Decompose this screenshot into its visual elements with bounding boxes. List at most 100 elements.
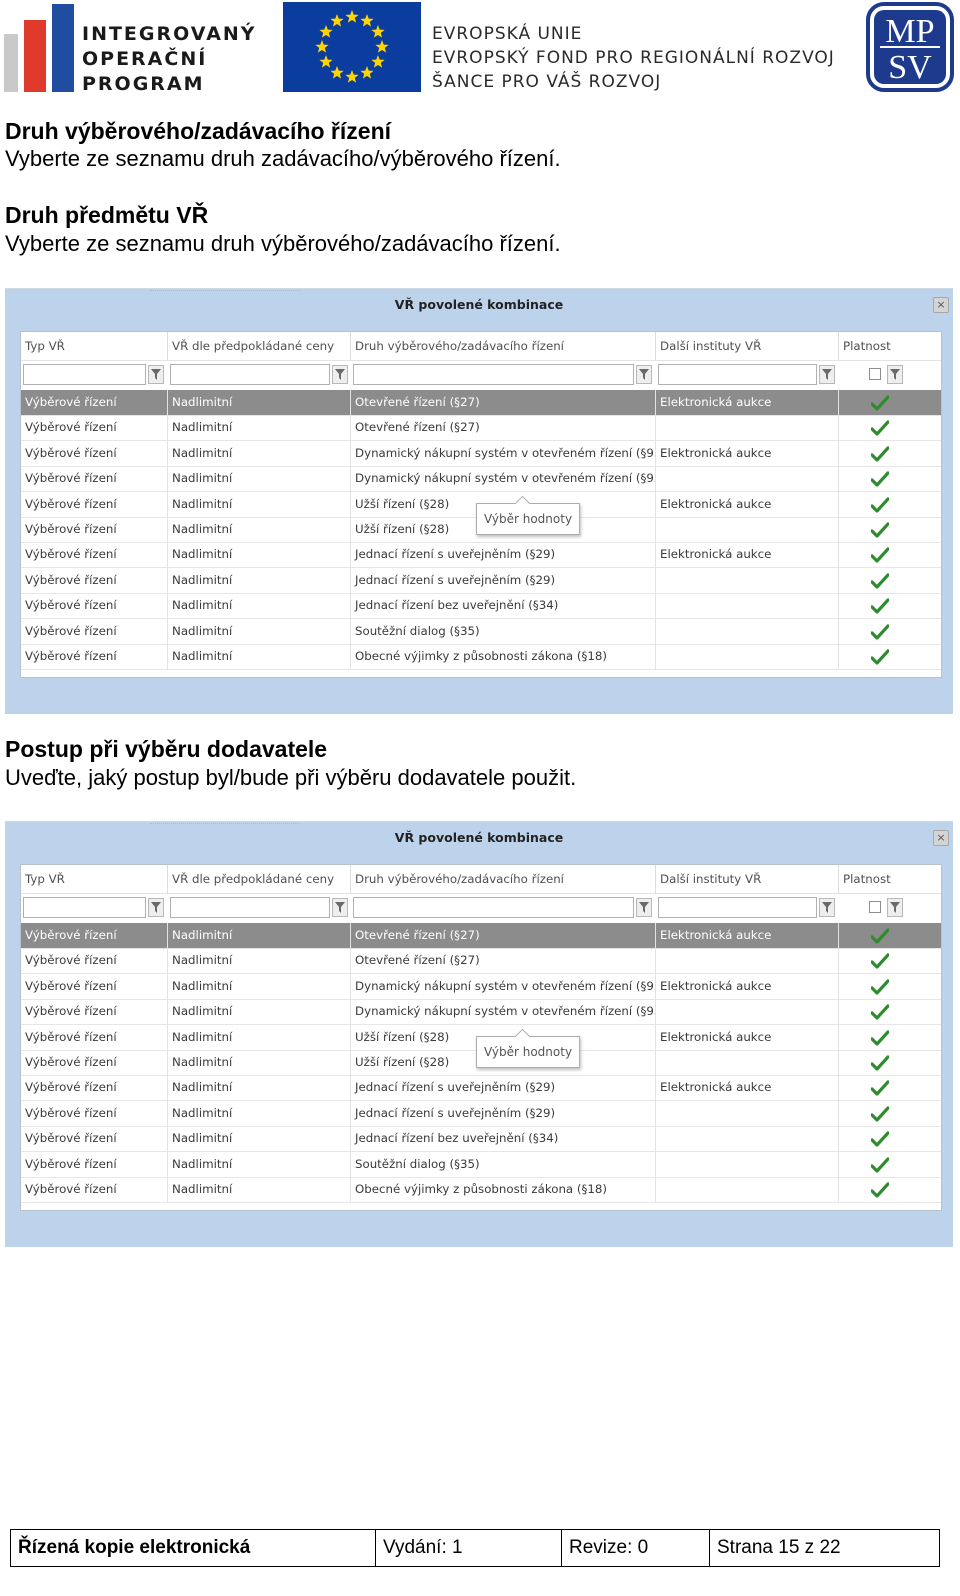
filter-icon[interactable] [332,898,348,917]
eu-line-2: EVROPSKÝ FOND PRO REGIONÁLNÍ ROZVOJ [432,48,835,68]
column-header-instituty[interactable]: Další instituty VŘ [656,865,839,894]
close-icon[interactable]: × [933,297,949,313]
column-header-druh[interactable]: Druh výběrového/zadávacího řízení [351,332,656,361]
table-cell: Jednací řízení bez uveřejnění (§34) [351,1126,656,1153]
column-header-platnost[interactable]: Platnost [839,865,941,894]
filter-row [21,361,941,390]
checkmark-icon [870,1106,890,1126]
table-row[interactable]: Výběrové řízení Nadlimitní Dynamický nákup… [21,440,941,467]
column-header-druh[interactable]: Druh výběrového/zadávacího řízení [351,865,656,894]
table-row[interactable]: Výběrové řízení Nadlimitní Obecné výjimky … [21,644,941,670]
table-cell: Výběrové řízení [21,542,168,569]
eu-line-3: ŠANCE PRO VÁŠ ROZVOJ [432,72,662,92]
table-row[interactable]: Výběrové řízení Nadlimitní Dynamický nákup… [21,999,941,1026]
table-row[interactable]: Výběrové řízení Nadlimitní Otevřené řízení… [21,948,941,975]
eu-star-icon [371,25,385,38]
table-cell [656,567,839,594]
table-cell: Výběrové řízení [21,593,168,620]
table-cell [656,593,839,620]
table-cell: Nadlimitní [168,644,351,670]
table-cell: Výběrové řízení [21,618,168,645]
eu-line-1: EVROPSKÁ UNIE [432,24,583,44]
table-cell: Elektronická aukce [656,1075,839,1102]
filter-input-instituty[interactable] [658,364,817,385]
column-header-typ[interactable]: Typ VŘ [21,865,168,894]
table-row[interactable]: Výběrové řízení Nadlimitní Jednací řízení … [21,1075,941,1102]
filter-icon[interactable] [332,365,348,384]
table-row[interactable]: Výběrové řízení Nadlimitní Jednací řízení … [21,1100,941,1127]
filter-input-instituty[interactable] [658,897,817,918]
table-cell: Jednací řízení bez uveřejnění (§34) [351,593,656,620]
table-cell: Otevřené řízení (§27) [351,923,656,949]
table-cell: Elektronická aukce [656,923,839,949]
column-header-typ[interactable]: Typ VŘ [21,332,168,361]
filter-checkbox-platnost[interactable] [869,901,881,913]
table-cell: Elektronická aukce [656,1024,839,1051]
table-row[interactable]: Výběrové řízení Nadlimitní Soutěžní dialog… [21,618,941,645]
table-cell: Nadlimitní [168,1126,351,1153]
checkmark-icon [870,446,890,466]
filter-icon[interactable] [887,898,903,917]
table-cell: Výběrové řízení [21,1050,168,1076]
table-row[interactable]: Výběrové řízení Nadlimitní Otevřené řízení… [21,923,941,949]
tooltip-text: Výběr hodnoty [484,1045,573,1059]
filter-input-typ[interactable] [23,364,146,385]
column-header-cena[interactable]: VŘ dle předpokládané ceny [168,332,351,361]
filter-input-cena[interactable] [170,897,330,918]
filter-icon[interactable] [819,898,835,917]
table-row[interactable]: Výběrové řízení Nadlimitní Otevřené řízení… [21,415,941,442]
filter-checkbox-platnost[interactable] [869,368,881,380]
table-row[interactable]: Výběrové řízení Nadlimitní Jednací řízení … [21,1126,941,1153]
table-row[interactable]: Výběrové řízení Nadlimitní Otevřené řízení… [21,390,941,416]
section-heading-postup: Postup při výběru dodavatele [5,736,328,762]
checkmark-icon [870,1131,890,1151]
table-cell [656,1151,839,1178]
table-cell [656,466,839,493]
filter-input-druh[interactable] [353,364,634,385]
table-row[interactable]: Výběrové řízení Nadlimitní Soutěžní dialog… [21,1151,941,1178]
table-row[interactable]: Výběrové řízení Nadlimitní Jednací řízení … [21,567,941,594]
table-cell: Výběrové řízení [21,1024,168,1051]
eu-logo-text: EVROPSKÁ UNIE EVROPSKÝ FOND PRO REGIONÁL… [432,22,835,94]
dialog-title: VŘ povolené kombinace [394,297,564,312]
table-row[interactable]: Výběrové řízení Nadlimitní Jednací řízení … [21,542,941,569]
filter-input-cena[interactable] [170,364,330,385]
value-select-tooltip: Výběr hodnoty [476,495,581,535]
filter-icon[interactable] [636,365,652,384]
table-cell [656,948,839,975]
checkmark-icon [870,1055,890,1075]
checkmark-icon [870,649,890,669]
filter-icon[interactable] [819,365,835,384]
close-icon[interactable]: × [933,830,949,846]
checkmark-icon [870,547,890,567]
table-cell: Dynamický nákupní systém v otevřeném říz… [351,973,656,1000]
column-header-cena[interactable]: VŘ dle předpokládané ceny [168,865,351,894]
table-cell: Výběrové řízení [21,491,168,518]
table-cell: Nadlimitní [168,618,351,645]
table-row[interactable]: Výběrové řízení Nadlimitní Jednací řízení … [21,593,941,620]
table-cell: Nadlimitní [168,415,351,442]
filter-input-druh[interactable] [353,897,634,918]
tooltip-text: Výběr hodnoty [484,512,573,526]
filter-icon[interactable] [636,898,652,917]
table-cell: Jednací řízení s uveřejněním (§29) [351,542,656,569]
iop-logo-bar-red [24,20,46,92]
filter-icon[interactable] [887,365,903,384]
mpsv-top-text: MP [885,13,934,50]
table-cell: Jednací řízení s uveřejněním (§29) [351,1075,656,1102]
filter-icon[interactable] [148,365,164,384]
table-cell: Výběrové řízení [21,1126,168,1153]
table-cell [656,618,839,645]
checkmark-icon [870,1156,890,1177]
table-row[interactable]: Výběrové řízení Nadlimitní Obecné výjimky … [21,1177,941,1203]
eu-star-icon [319,55,333,68]
filter-icon[interactable] [148,898,164,917]
table-cell: Výběrové řízení [21,1075,168,1102]
column-header-platnost[interactable]: Platnost [839,332,941,361]
table-row[interactable]: Výběrové řízení Nadlimitní Dynamický nákup… [21,973,941,1000]
table-cell: Dynamický nákupní systém v otevřeném říz… [351,999,656,1026]
column-header-instituty[interactable]: Další instituty VŘ [656,332,839,361]
table-cell: Nadlimitní [168,1050,351,1076]
filter-input-typ[interactable] [23,897,146,918]
table-row[interactable]: Výběrové řízení Nadlimitní Dynamický nákup… [21,466,941,493]
